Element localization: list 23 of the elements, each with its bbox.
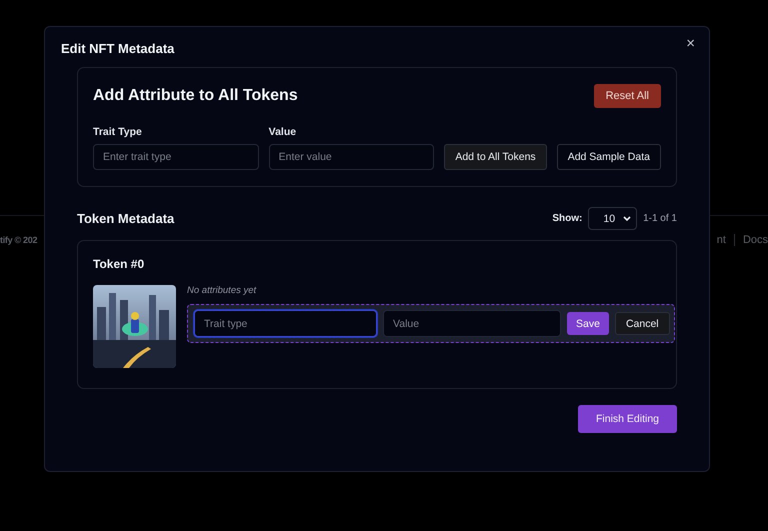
section-title: Token Metadata [77,211,174,226]
section-title: Add Attribute to All Tokens [93,87,298,105]
page-size-select[interactable]: 10 [588,207,638,230]
token-name: Token #0 [93,257,146,271]
close-button[interactable]: × [682,33,699,54]
save-button[interactable]: Save [567,312,609,335]
input-field[interactable]: Value [383,310,561,337]
cancel-button[interactable]: Cancel [614,312,670,335]
empty-note: No attributes yet [187,285,258,296]
add-sample-button[interactable]: Add Sample Data [556,144,661,170]
reset-all-button[interactable]: Reset All [594,84,661,108]
add-to-all-button[interactable]: Add to All Tokens [444,144,547,170]
field-label: Value [268,126,298,138]
footer-copyright: tify © 202 [0,234,38,244]
field-label: Trait Type [93,126,143,138]
page-range: 1-1 of 1 [643,213,677,224]
input-field[interactable]: Trait type [194,310,377,337]
input-field[interactable]: Enter value [268,144,434,170]
input-field[interactable]: Enter trait type [93,144,259,170]
show-label: Show: [552,213,582,224]
chevron-down-icon [623,216,632,222]
finish-editing-button[interactable]: Finish Editing [578,405,677,433]
modal-title: Edit NFT Metadata [61,41,176,58]
